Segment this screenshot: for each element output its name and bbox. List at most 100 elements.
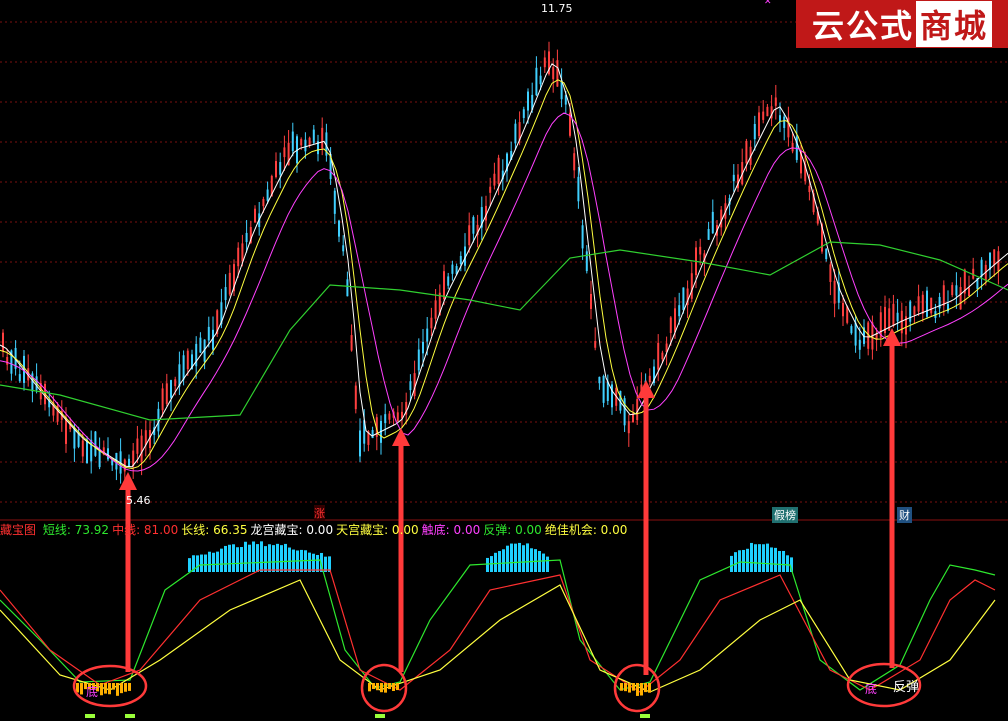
signal-bar bbox=[392, 683, 395, 692]
candle-body bbox=[472, 217, 475, 234]
histogram-bar bbox=[268, 544, 271, 572]
candle-body bbox=[350, 335, 353, 351]
candle-body bbox=[468, 225, 471, 246]
candle-body bbox=[321, 127, 324, 149]
top-marker: ✕ bbox=[764, 0, 772, 7]
signal-bar bbox=[636, 683, 639, 696]
signal-arrow-head bbox=[392, 428, 410, 446]
signal-bar bbox=[388, 683, 391, 690]
histogram-bar bbox=[514, 543, 517, 572]
candle-body bbox=[254, 208, 256, 223]
candle-body bbox=[422, 341, 424, 354]
histogram-bar bbox=[252, 541, 255, 572]
candle-body bbox=[128, 458, 130, 467]
ma-yellow-line bbox=[0, 79, 1008, 470]
candle-body bbox=[623, 398, 626, 426]
histogram-bar bbox=[248, 544, 251, 572]
candle-body bbox=[224, 287, 227, 301]
candle-body bbox=[18, 374, 21, 382]
histogram-bar bbox=[308, 552, 311, 572]
histogram-bar bbox=[196, 555, 199, 572]
candle-body bbox=[245, 232, 248, 243]
indicator-name: 藏宝图 bbox=[0, 523, 37, 537]
candle-body bbox=[573, 153, 576, 171]
histogram-bar bbox=[204, 554, 207, 572]
candle-body bbox=[539, 75, 542, 85]
candle-body bbox=[300, 139, 303, 146]
indicator-short-line bbox=[0, 559, 996, 691]
candle-body bbox=[430, 317, 433, 329]
candle-body bbox=[711, 211, 714, 234]
candle-body bbox=[602, 375, 605, 403]
candle-body bbox=[959, 286, 962, 310]
signal-bar bbox=[128, 683, 131, 691]
candle-body bbox=[98, 449, 101, 468]
histogram-bar bbox=[228, 544, 231, 572]
candle-body bbox=[896, 312, 899, 322]
indicator-lines bbox=[0, 559, 996, 693]
candle-body bbox=[443, 271, 445, 299]
candle-body bbox=[417, 349, 420, 371]
candle-body bbox=[493, 173, 496, 186]
candle-body bbox=[291, 131, 294, 152]
candle-body bbox=[237, 247, 240, 267]
candle-body bbox=[636, 399, 639, 421]
ma-white-line bbox=[0, 63, 1008, 468]
candle-body bbox=[783, 116, 786, 128]
histogram-bar bbox=[256, 544, 259, 572]
signal-bar bbox=[384, 683, 387, 693]
histogram-bar bbox=[738, 550, 741, 572]
candle-body bbox=[426, 328, 429, 342]
candle-body bbox=[955, 285, 958, 296]
signal-bar bbox=[112, 683, 115, 690]
histogram-bar bbox=[762, 544, 765, 572]
histogram-bar bbox=[758, 544, 761, 572]
candle-body bbox=[774, 97, 777, 106]
candle-body bbox=[678, 305, 681, 317]
histogram-bar bbox=[212, 552, 215, 572]
candle-body bbox=[346, 279, 349, 297]
signal-bar bbox=[632, 683, 635, 691]
candle-body bbox=[951, 285, 954, 296]
candle-body bbox=[65, 417, 67, 444]
histogram-bar bbox=[742, 549, 745, 572]
candle-body bbox=[140, 435, 143, 462]
signal-bar bbox=[124, 683, 127, 692]
candle-body bbox=[829, 264, 832, 282]
moving-averages bbox=[0, 63, 1008, 472]
candle-body bbox=[720, 209, 723, 228]
candle-body bbox=[312, 129, 315, 143]
candle-body bbox=[174, 379, 177, 387]
histogram-bar bbox=[530, 548, 533, 572]
candle-body bbox=[808, 185, 811, 193]
candle-body bbox=[308, 137, 311, 146]
histogram-bar bbox=[786, 555, 789, 572]
histogram-bar bbox=[264, 546, 267, 572]
histogram-bar bbox=[272, 545, 275, 572]
histogram-bar bbox=[288, 547, 291, 572]
indicator-item-7: 绝佳机会: 0.00 bbox=[544, 523, 628, 537]
candle-body bbox=[266, 189, 269, 201]
histogram-bar bbox=[220, 548, 223, 572]
chart-stage bbox=[0, 21, 1008, 718]
candle-body bbox=[283, 147, 286, 158]
histogram-bar bbox=[774, 547, 777, 572]
histogram-bar bbox=[534, 549, 537, 572]
signal-bar bbox=[628, 683, 631, 693]
signal-circles bbox=[72, 662, 922, 713]
circle-label-di-1: 底 bbox=[86, 685, 99, 699]
candle-body bbox=[648, 375, 651, 382]
candle-body bbox=[833, 280, 836, 304]
histogram-bar bbox=[276, 543, 279, 572]
candle-body bbox=[690, 273, 693, 299]
candle-body bbox=[766, 106, 769, 117]
candle-body bbox=[745, 140, 748, 164]
candle-body bbox=[581, 225, 584, 249]
indicator-header: 藏宝图 短线: 73.92 中线: 81.00 长线: 66.35 龙宫藏宝: 0.0… bbox=[0, 520, 1008, 540]
bottom-marker bbox=[125, 714, 135, 718]
signal-bar bbox=[620, 683, 623, 691]
histogram-bar bbox=[224, 545, 227, 572]
candle-body bbox=[661, 352, 664, 360]
histogram-bar bbox=[232, 544, 235, 572]
candle-body bbox=[791, 142, 794, 152]
